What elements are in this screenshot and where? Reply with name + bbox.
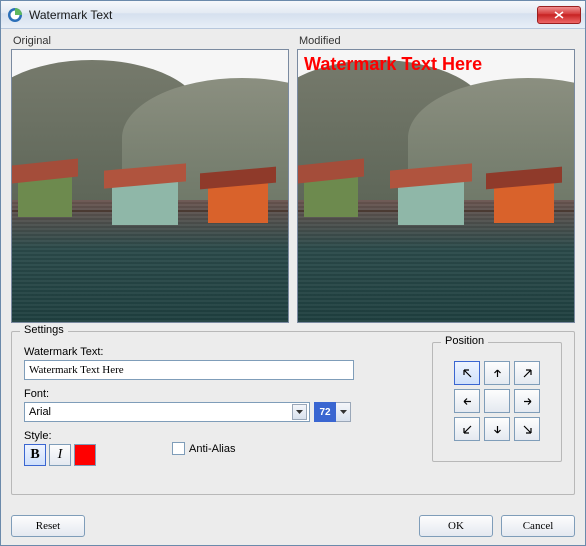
- settings-legend: Settings: [20, 324, 68, 336]
- position-center[interactable]: [484, 389, 510, 413]
- arrow-left-icon: [463, 397, 472, 406]
- watermark-text-label: Watermark Text:: [24, 346, 364, 358]
- color-swatch[interactable]: [74, 444, 96, 466]
- position-middle-left[interactable]: [454, 389, 480, 413]
- dialog: Watermark Text Original: [0, 0, 586, 546]
- antialias-label: Anti-Alias: [189, 443, 235, 455]
- client-area: Original: [1, 29, 585, 545]
- position-bottom-left[interactable]: [454, 417, 480, 441]
- close-button[interactable]: [537, 6, 581, 24]
- modified-pane-wrap: Modified: [297, 35, 575, 323]
- position-top-left[interactable]: [454, 361, 480, 385]
- antialias-checkbox[interactable]: [172, 442, 185, 455]
- arrow-nw-icon: [463, 369, 472, 378]
- cancel-button[interactable]: Cancel: [501, 515, 575, 537]
- watermark-preview: Watermark Text Here: [304, 54, 482, 75]
- arrow-up-icon: [493, 369, 502, 378]
- position-bottom-right[interactable]: [514, 417, 540, 441]
- preview-panes: Original: [11, 35, 575, 323]
- italic-button[interactable]: I: [49, 444, 71, 466]
- modified-label: Modified: [299, 35, 575, 47]
- titlebar: Watermark Text: [1, 1, 585, 29]
- position-legend: Position: [441, 335, 488, 347]
- arrow-ne-icon: [523, 369, 532, 378]
- font-size-dropdown[interactable]: [336, 402, 351, 422]
- position-bottom-center[interactable]: [484, 417, 510, 441]
- chevron-down-icon: [340, 410, 347, 414]
- app-icon: [7, 7, 23, 23]
- bold-button[interactable]: B: [24, 444, 46, 466]
- arrow-sw-icon: [463, 425, 472, 434]
- reset-button[interactable]: Reset: [11, 515, 85, 537]
- arrow-down-icon: [493, 425, 502, 434]
- window-title: Watermark Text: [29, 8, 537, 22]
- position-group: Position: [432, 342, 562, 462]
- chevron-down-icon: [292, 404, 307, 420]
- antialias-wrap: Anti-Alias: [172, 442, 235, 455]
- modified-image: Watermark Text Here: [297, 49, 575, 323]
- arrow-right-icon: [523, 397, 532, 406]
- style-label: Style:: [24, 430, 364, 442]
- font-label: Font:: [24, 388, 310, 400]
- original-image: [11, 49, 289, 323]
- original-label: Original: [13, 35, 289, 47]
- watermark-text-input[interactable]: [24, 360, 354, 380]
- font-select[interactable]: Arial: [24, 402, 310, 422]
- original-pane-wrap: Original: [11, 35, 289, 323]
- arrow-se-icon: [523, 425, 532, 434]
- position-top-right[interactable]: [514, 361, 540, 385]
- button-row: Reset OK Cancel: [11, 515, 575, 537]
- position-top-center[interactable]: [484, 361, 510, 385]
- settings-group: Settings Watermark Text: Font: Arial: [11, 331, 575, 495]
- font-size-button[interactable]: 72: [314, 402, 336, 422]
- ok-button[interactable]: OK: [419, 515, 493, 537]
- close-icon: [554, 11, 564, 19]
- font-select-value: Arial: [29, 406, 51, 418]
- position-middle-right[interactable]: [514, 389, 540, 413]
